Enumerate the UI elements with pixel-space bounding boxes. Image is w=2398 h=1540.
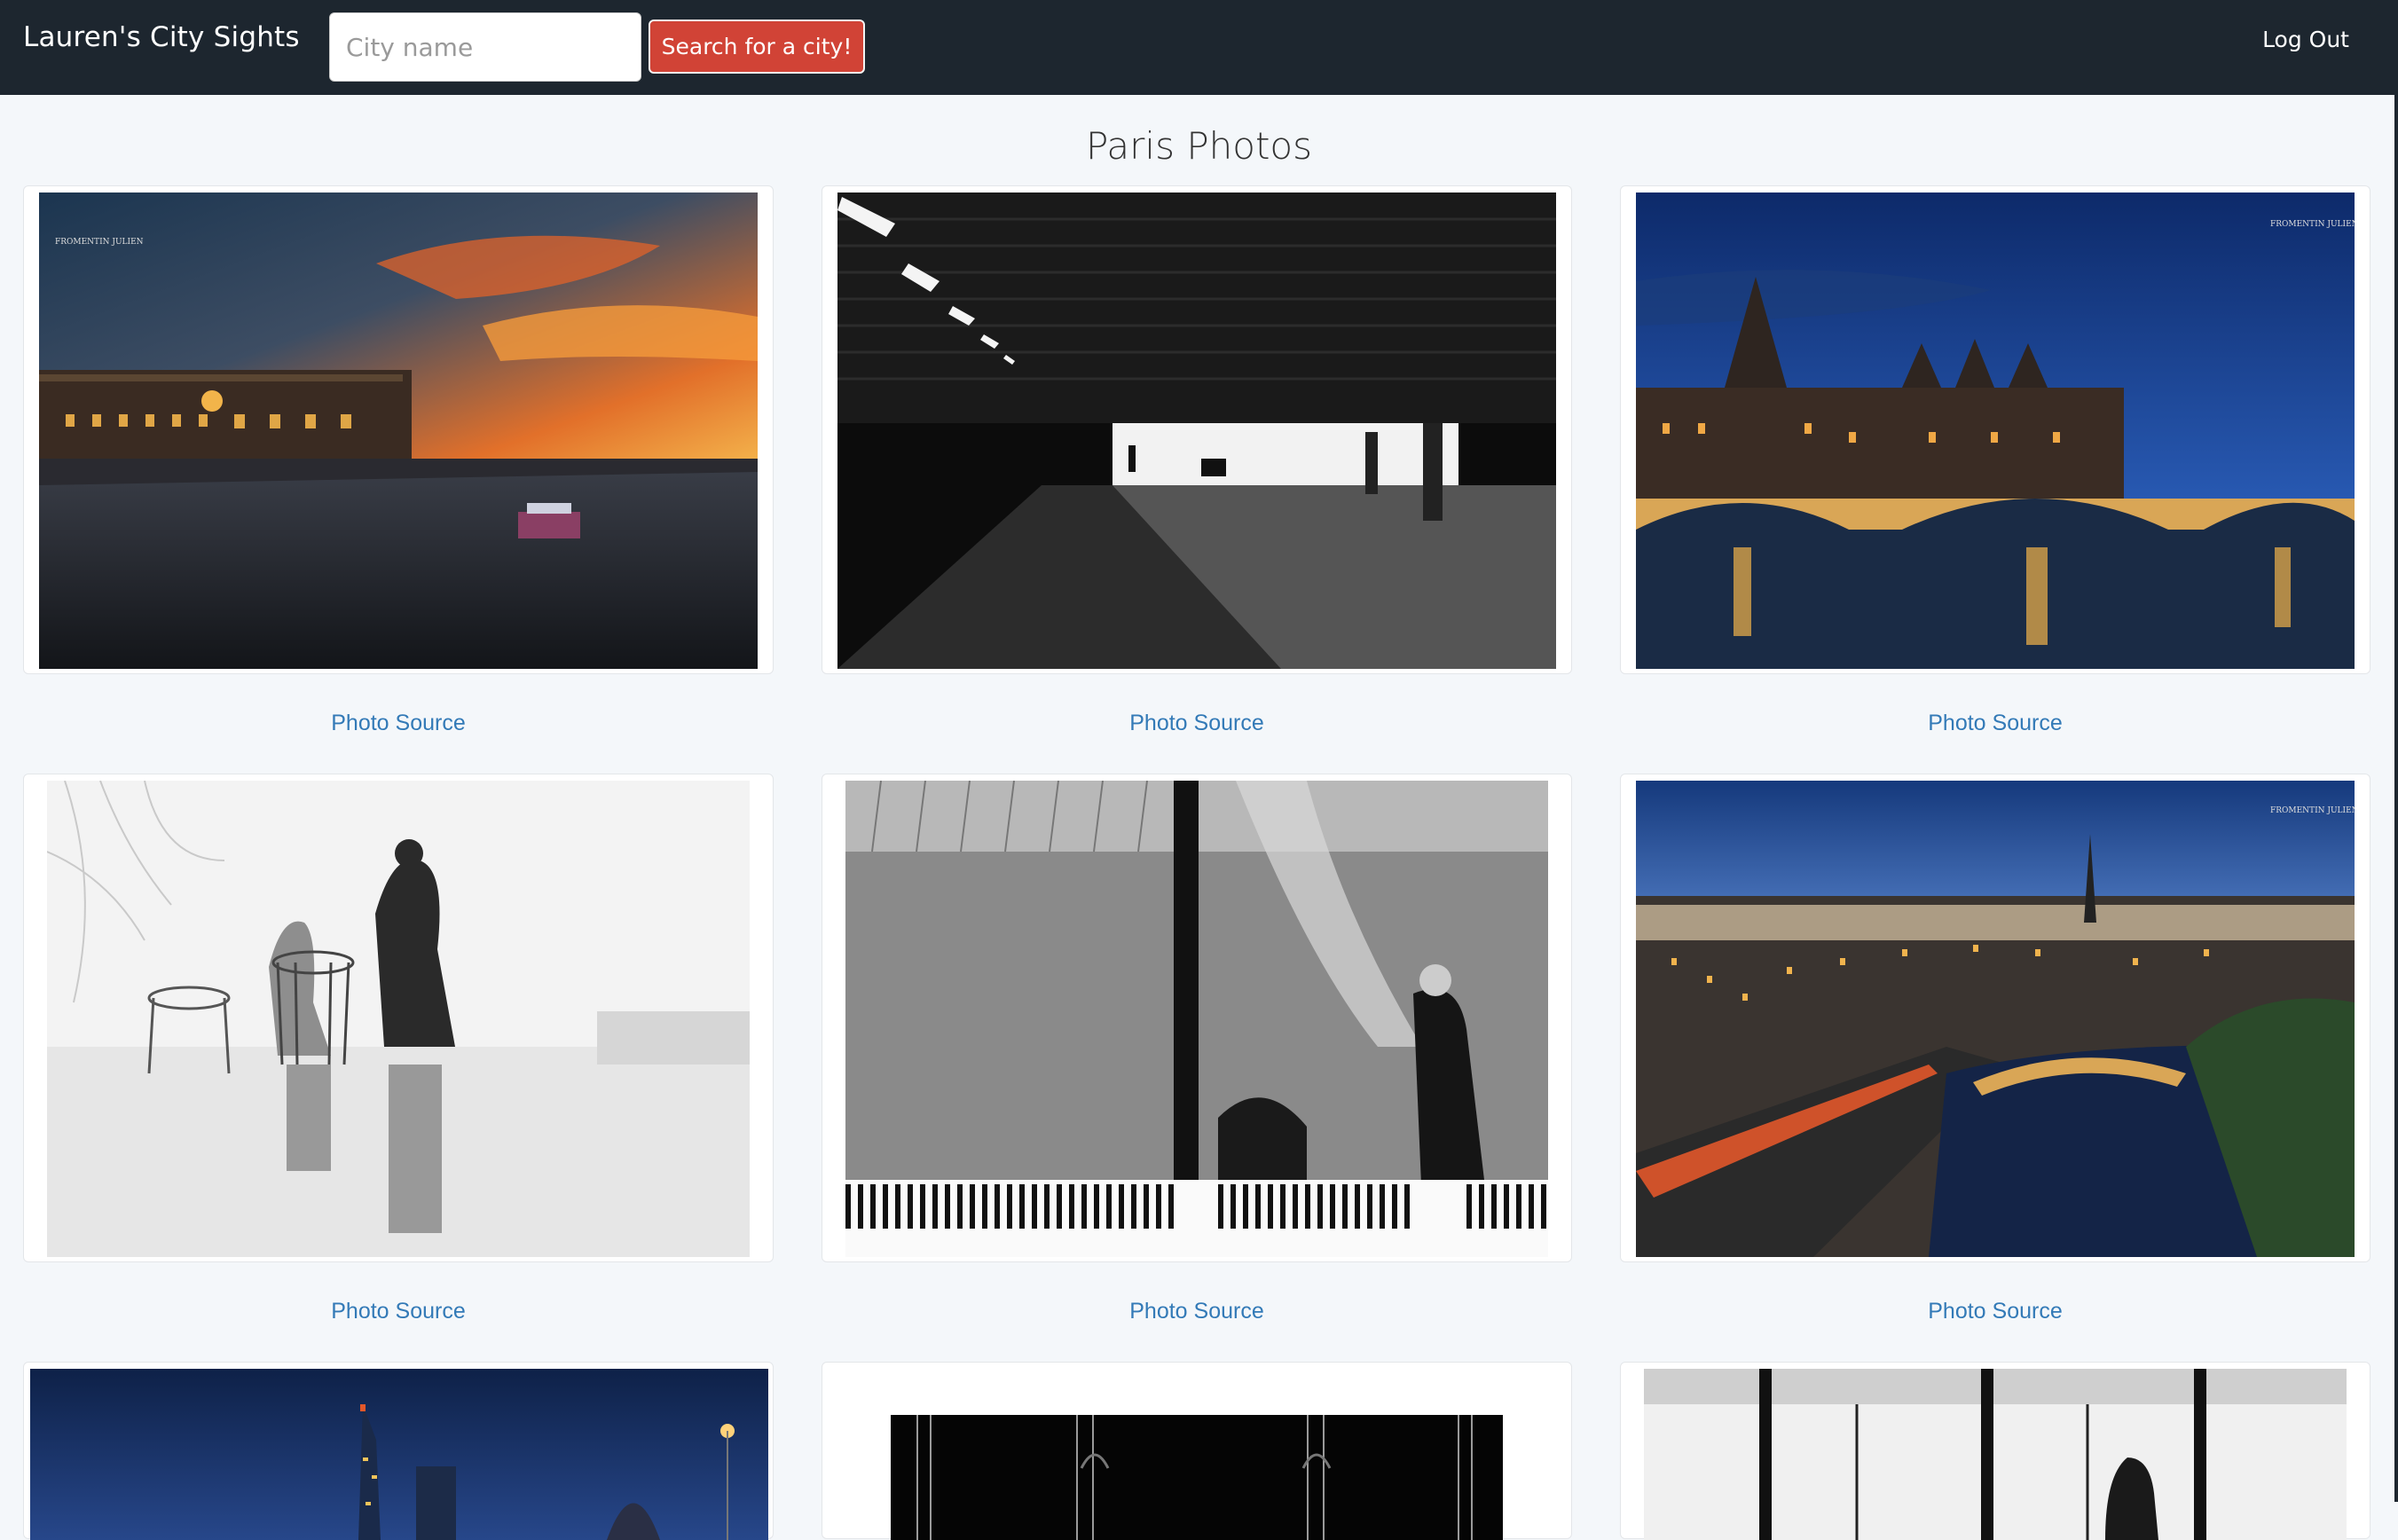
photo-bw-window[interactable] [1644,1369,2347,1540]
photo-card [822,185,1572,674]
photo-orsay-sunset[interactable]: FROMENTIN JULIEN [39,192,758,669]
photo-tunnel[interactable] [837,192,1556,669]
photo-source-link[interactable]: Photo Source [1620,1299,2370,1324]
photo-card [23,774,774,1262]
photo-card [23,1362,774,1540]
watermark-text: FROMENTIN JULIEN [2270,806,2355,815]
photo-la-defense[interactable] [30,1369,768,1540]
photo-source-link[interactable]: Photo Source [23,711,774,736]
scrollbar-edge[interactable] [2394,95,2398,1502]
photo-bw-arches[interactable] [891,1415,1503,1540]
logout-link[interactable]: Log Out [2262,27,2349,52]
photo-card: FROMENTIN JULIEN [1620,774,2370,1262]
photo-card: FROMENTIN JULIEN [23,185,774,674]
watermark-text: FROMENTIN JULIEN [55,238,144,247]
photo-source-link[interactable]: Photo Source [822,1299,1572,1324]
photo-man-curtain[interactable] [845,781,1548,1257]
photo-card [822,774,1572,1262]
photo-source-link[interactable]: Photo Source [23,1299,774,1324]
search-city-button[interactable]: Search for a city! [649,20,865,74]
page-title: Paris Photos [1085,124,1313,168]
photo-man-shadow[interactable] [47,781,750,1257]
photo-conciergerie[interactable]: FROMENTIN JULIEN [1636,192,2355,669]
photo-card [822,1362,1572,1540]
photo-card: FROMENTIN JULIEN [1620,185,2370,674]
photo-source-link[interactable]: Photo Source [1620,711,2370,736]
photo-source-link[interactable]: Photo Source [822,711,1572,736]
brand-link[interactable]: Lauren's City Sights [23,21,300,53]
photo-paris-cityscape[interactable]: FROMENTIN JULIEN [1636,781,2355,1257]
city-search-input[interactable] [329,12,641,82]
watermark-text: FROMENTIN JULIEN [2270,220,2355,229]
top-navbar: Lauren's City Sights Search for a city! … [0,0,2398,95]
photo-card [1620,1362,2370,1540]
